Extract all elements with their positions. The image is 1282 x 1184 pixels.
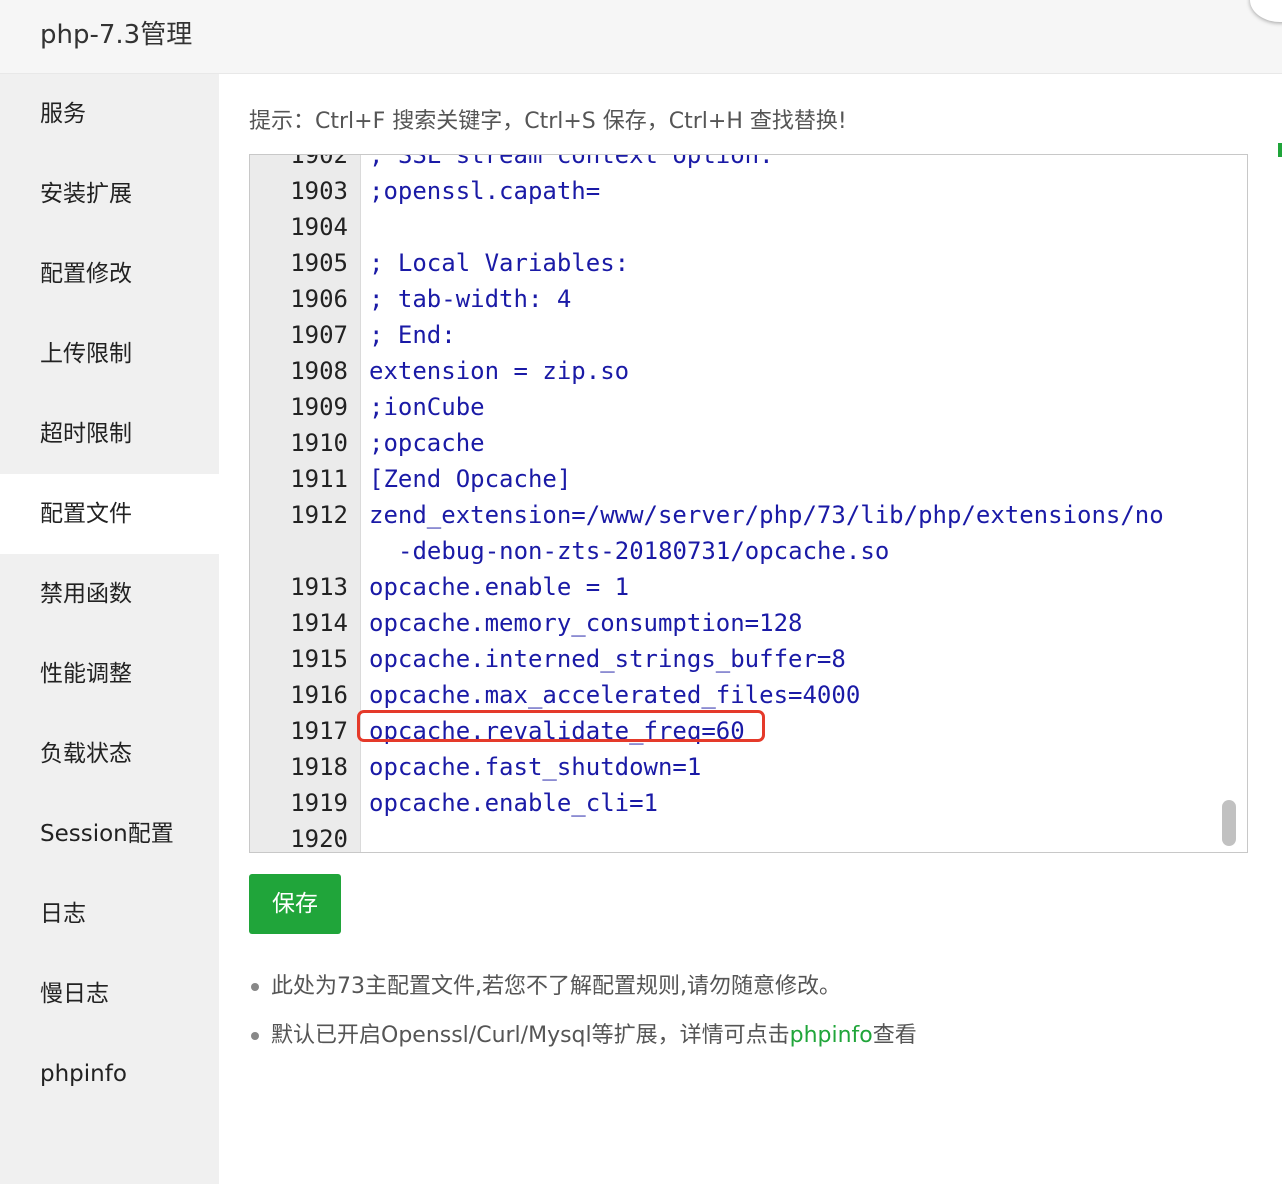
code-line[interactable]: 1910 ;opcache (250, 425, 1247, 461)
sidebar-item-install-extension[interactable]: 安装扩展 (0, 154, 219, 234)
note-text-prefix: 默认已开启Openssl/Curl/Mysql等扩展，详情可点击 (271, 1023, 790, 1048)
code-line[interactable]: 1908 extension = zip.so (250, 353, 1247, 389)
code-line[interactable]: 1918 opcache.fast_shutdown=1 (250, 749, 1247, 785)
line-number: 1913 (290, 573, 348, 601)
sidebar-item-session-config[interactable]: Session配置 (0, 794, 219, 874)
close-button[interactable] (1250, 0, 1282, 22)
line-number: 1916 (290, 681, 348, 709)
line-number: 1917 (290, 717, 348, 745)
line-text[interactable]: ;opcache (369, 425, 1169, 461)
line-number: 1902 (290, 154, 348, 169)
sidebar-item-service[interactable]: 服务 (0, 74, 219, 154)
line-text[interactable]: extension = zip.so (369, 353, 1169, 389)
line-number: 1914 (290, 609, 348, 637)
save-button[interactable]: 保存 (249, 874, 341, 934)
code-line[interactable]: 1907 ; End: (250, 317, 1247, 353)
line-text[interactable]: opcache.enable = 1 (369, 569, 1169, 605)
line-text[interactable]: ; tab-width: 4 (369, 281, 1169, 317)
main-panel: 提示：Ctrl+F 搜索关键字，Ctrl+S 保存，Ctrl+H 查找替换! 1… (219, 74, 1282, 1184)
sidebar-item-log[interactable]: 日志 (0, 874, 219, 954)
line-text[interactable]: zend_extension=/www/server/php/73/lib/ph… (369, 501, 1164, 529)
code-line[interactable]: 1919 opcache.enable_cli=1 (250, 785, 1247, 821)
line-text[interactable]: ;openssl.capath= (369, 173, 1169, 209)
line-number: 1919 (290, 789, 348, 817)
notes-list: 此处为73主配置文件,若您不了解配置规则,请勿随意修改。 默认已开启Openss… (249, 967, 917, 1065)
code-line[interactable]: 1905 ; Local Variables: (250, 245, 1247, 281)
code-line[interactable]: 1913 opcache.enable = 1 (250, 569, 1247, 605)
line-number: 1908 (290, 357, 348, 385)
code-line[interactable]: 1906 ; tab-width: 4 (250, 281, 1247, 317)
note-text: 此处为73主配置文件,若您不了解配置规则,请勿随意修改。 (271, 974, 841, 999)
line-text[interactable]: [Zend Opcache] (369, 461, 1169, 497)
line-number: 1906 (290, 285, 348, 313)
line-text[interactable]: ; End: (369, 317, 1169, 353)
line-number: 1907 (290, 321, 348, 349)
editor-lines: 1902 ; SSL stream context option. 1903 ;… (250, 154, 1247, 853)
line-text-wrapped[interactable]: zend_extension=/www/server/php/73/lib/ph… (369, 497, 1169, 569)
line-number: 1920 (290, 825, 348, 853)
vertical-scrollbar-thumb[interactable] (1222, 800, 1236, 846)
sidebar-item-slow-log[interactable]: 慢日志 (0, 954, 219, 1034)
line-number: 1911 (290, 465, 348, 493)
note-item: 默认已开启Openssl/Curl/Mysql等扩展，详情可点击phpinfo查… (249, 1016, 917, 1065)
code-line[interactable]: 1914 opcache.memory_consumption=128 (250, 605, 1247, 641)
sidebar-item-timeout-limit[interactable]: 超时限制 (0, 394, 219, 474)
line-text[interactable]: opcache.max_accelerated_files=4000 (369, 677, 1169, 713)
code-editor[interactable]: 1902 ; SSL stream context option. 1903 ;… (249, 154, 1248, 853)
sidebar-item-phpinfo[interactable]: phpinfo (0, 1034, 219, 1114)
sidebar-item-config-edit[interactable]: 配置修改 (0, 234, 219, 314)
line-text[interactable]: opcache.enable_cli=1 (369, 785, 1169, 821)
line-text[interactable]: opcache.interned_strings_buffer=8 (369, 641, 1169, 677)
line-number: 1910 (290, 429, 348, 457)
code-line[interactable]: 1903 ;openssl.capath= (250, 173, 1247, 209)
line-number: 1915 (290, 645, 348, 673)
sidebar-item-load-status[interactable]: 负载状态 (0, 714, 219, 794)
sidebar: 服务 安装扩展 配置修改 上传限制 超时限制 配置文件 禁用函数 性能调整 负载… (0, 74, 219, 1184)
line-number: 1904 (290, 213, 348, 241)
line-number: 1909 (290, 393, 348, 421)
sidebar-item-config-file[interactable]: 配置文件 (0, 474, 219, 554)
code-line[interactable]: 1915 opcache.interned_strings_buffer=8 (250, 641, 1247, 677)
phpinfo-link[interactable]: phpinfo (790, 1023, 873, 1048)
bullet-dot (251, 1032, 259, 1040)
line-number: 1903 (290, 177, 348, 205)
bullet-dot (251, 983, 259, 991)
window-title: php-7.3管理 (40, 20, 193, 50)
note-item: 此处为73主配置文件,若您不了解配置规则,请勿随意修改。 (249, 967, 917, 1016)
line-number: 1912 (290, 501, 348, 529)
code-line[interactable]: 1909 ;ionCube (250, 389, 1247, 425)
code-line[interactable]: 1916 opcache.max_accelerated_files=4000 (250, 677, 1247, 713)
code-line-wrapped[interactable]: 1912 zend_extension=/www/server/php/73/l… (250, 497, 1247, 569)
line-number: 1905 (290, 249, 348, 277)
line-number: 1918 (290, 753, 348, 781)
sidebar-item-performance[interactable]: 性能调整 (0, 634, 219, 714)
line-text[interactable]: ; SSL stream context option. (369, 155, 1169, 173)
code-line[interactable]: 1902 ; SSL stream context option. (250, 154, 1247, 173)
code-line[interactable]: 1911 [Zend Opcache] (250, 461, 1247, 497)
note-text-suffix: 查看 (872, 1023, 917, 1048)
line-text[interactable]: ; Local Variables: (369, 245, 1169, 281)
shortcut-hint: 提示：Ctrl+F 搜索关键字，Ctrl+S 保存，Ctrl+H 查找替换! (249, 109, 847, 134)
line-text[interactable]: opcache.memory_consumption=128 (369, 605, 1169, 641)
line-text-continuation[interactable]: -debug-non-zts-20180731/opcache.so (369, 533, 1169, 569)
code-line[interactable]: 1920 (250, 821, 1247, 853)
sidebar-item-upload-limit[interactable]: 上传限制 (0, 314, 219, 394)
edge-indicator (1278, 143, 1282, 157)
code-line-highlighted[interactable]: 1917 opcache.revalidate_freq=60 (250, 713, 1247, 749)
line-text[interactable]: ;ionCube (369, 389, 1169, 425)
code-line[interactable]: 1904 (250, 209, 1247, 245)
title-bar: php-7.3管理 (0, 0, 1282, 74)
line-text[interactable]: opcache.fast_shutdown=1 (369, 749, 1169, 785)
line-text[interactable]: opcache.revalidate_freq=60 (369, 713, 1169, 749)
sidebar-item-disabled-functions[interactable]: 禁用函数 (0, 554, 219, 634)
